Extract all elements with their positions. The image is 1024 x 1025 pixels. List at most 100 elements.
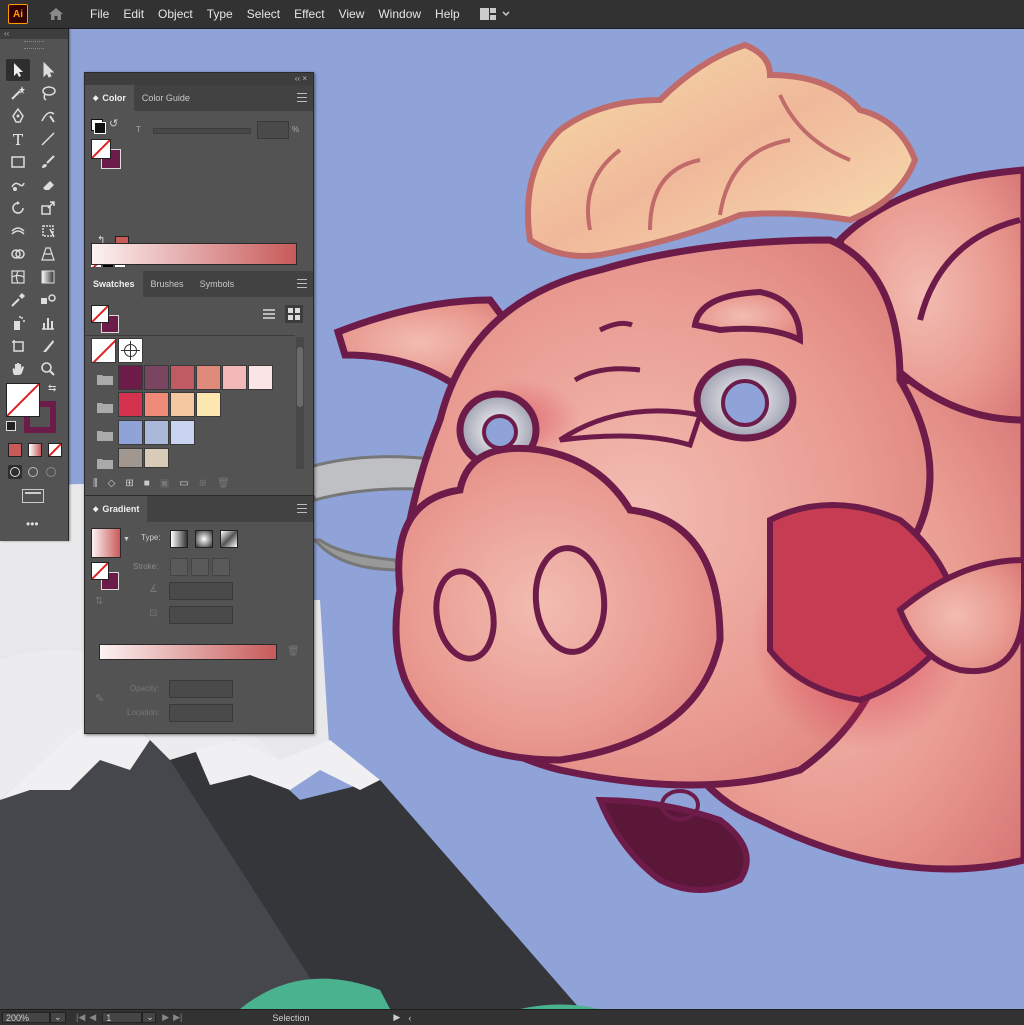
mesh-tool-icon[interactable]: [6, 266, 30, 288]
grid-view-icon[interactable]: [285, 305, 303, 323]
tab-symbols[interactable]: Symbols: [192, 271, 243, 297]
swap-icon[interactable]: ↺: [109, 117, 118, 130]
color-group-folder-icon[interactable]: [97, 372, 113, 385]
workspace-switcher[interactable]: [479, 8, 510, 20]
delete-stop-icon[interactable]: 🗑: [287, 646, 300, 657]
eyedropper-icon[interactable]: ✎: [95, 692, 104, 705]
none-mode-icon[interactable]: [48, 443, 62, 457]
color-group-folder-icon[interactable]: [97, 400, 113, 413]
color-mode-icon[interactable]: [8, 443, 22, 457]
menu-type[interactable]: Type: [207, 7, 233, 21]
new-color-group-icon[interactable]: ▣: [160, 478, 169, 489]
swatch[interactable]: [118, 392, 143, 417]
stroke-along-button[interactable]: [191, 558, 209, 576]
free-transform-tool-icon[interactable]: [36, 220, 60, 242]
swatch[interactable]: [196, 392, 221, 417]
swatch-none[interactable]: [91, 338, 116, 363]
stroke-across-button[interactable]: [212, 558, 230, 576]
tab-color-guide[interactable]: Color Guide: [134, 85, 198, 111]
tab-swatches[interactable]: Swatches: [85, 271, 143, 297]
swatch[interactable]: [118, 420, 143, 445]
gradient-mode-icon[interactable]: [28, 443, 42, 457]
color-group-folder-icon[interactable]: [97, 428, 113, 441]
list-view-icon[interactable]: [261, 307, 277, 321]
artboard-dropdown[interactable]: ⌄: [142, 1012, 157, 1023]
scroll-left-icon[interactable]: ‹: [408, 1013, 411, 1023]
swatch[interactable]: [144, 420, 169, 445]
draw-inside-icon[interactable]: [44, 465, 58, 479]
curvature-tool-icon[interactable]: [36, 105, 60, 127]
paintbrush-tool-icon[interactable]: [36, 151, 60, 173]
direct-selection-tool-icon[interactable]: [36, 59, 60, 81]
opacity-field[interactable]: [169, 680, 233, 698]
swatch[interactable]: [118, 365, 143, 390]
tint-slider[interactable]: [153, 128, 251, 134]
radial-gradient-button[interactable]: [195, 530, 213, 548]
swatch-libraries-icon[interactable]: ⫼: [93, 478, 98, 489]
menu-select[interactable]: Select: [247, 7, 280, 21]
swatch[interactable]: [118, 448, 143, 468]
tab-gradient[interactable]: ◆ Gradient: [85, 496, 148, 522]
swatch[interactable]: [196, 365, 221, 390]
first-artboard-icon[interactable]: |◀: [76, 1012, 85, 1023]
angle-field[interactable]: [169, 582, 233, 600]
swatches-fill-stroke[interactable]: [91, 305, 119, 333]
reverse-gradient-icon[interactable]: ⇅: [95, 596, 103, 607]
menu-object[interactable]: Object: [158, 7, 193, 21]
blend-tool-icon[interactable]: [36, 289, 60, 311]
swatch[interactable]: [248, 365, 273, 390]
magic-wand-tool-icon[interactable]: [6, 82, 30, 104]
zoom-tool-icon[interactable]: [36, 358, 60, 380]
menu-effect[interactable]: Effect: [294, 7, 324, 21]
panel-menu-icon[interactable]: [297, 93, 307, 105]
zoom-field[interactable]: 200%: [2, 1012, 50, 1023]
place-swatch-icon[interactable]: ◇: [108, 478, 116, 489]
swatch[interactable]: [144, 448, 169, 468]
type-tool-icon[interactable]: T: [6, 128, 30, 150]
artboard-number-field[interactable]: 1: [102, 1012, 143, 1023]
column-graph-tool-icon[interactable]: [36, 312, 60, 334]
swatch[interactable]: [144, 392, 169, 417]
draw-behind-icon[interactable]: [26, 465, 40, 479]
home-icon[interactable]: [46, 4, 66, 24]
stroke-within-button[interactable]: [170, 558, 188, 576]
eyedropper-tool-icon[interactable]: [6, 289, 30, 311]
tint-value-field[interactable]: [257, 121, 289, 139]
folder-icon[interactable]: ▭: [179, 478, 188, 489]
location-field[interactable]: [169, 704, 233, 722]
swatch[interactable]: [170, 392, 195, 417]
fill-swatch[interactable]: [6, 383, 40, 417]
delete-swatch-icon[interactable]: 🗑: [217, 478, 230, 489]
scale-tool-icon[interactable]: [36, 197, 60, 219]
aspect-ratio-field[interactable]: [169, 606, 233, 624]
freeform-gradient-button[interactable]: [220, 530, 238, 548]
color-group-folder-icon[interactable]: [97, 456, 113, 469]
fill-stroke-indicator[interactable]: [91, 139, 121, 169]
swatch-options-icon[interactable]: ■: [144, 478, 150, 489]
eraser-tool-icon[interactable]: [36, 174, 60, 196]
color-spectrum-bar[interactable]: [91, 243, 297, 265]
gradient-slider[interactable]: [99, 644, 277, 660]
chevron-down-icon[interactable]: ▼: [123, 536, 130, 543]
default-fill-stroke-icon[interactable]: [6, 421, 16, 431]
app-logo[interactable]: Ai: [8, 4, 28, 24]
tab-brushes[interactable]: Brushes: [143, 271, 192, 297]
new-swatch-icon[interactable]: ⊕: [199, 478, 207, 489]
swatch[interactable]: [170, 365, 195, 390]
edit-toolbar-icon[interactable]: •••: [26, 517, 39, 531]
hand-tool-icon[interactable]: [6, 358, 30, 380]
menu-edit[interactable]: Edit: [123, 7, 144, 21]
swatch-registration[interactable]: [118, 338, 143, 363]
lasso-tool-icon[interactable]: [36, 82, 60, 104]
panel-menu-icon[interactable]: [297, 504, 307, 516]
rotate-tool-icon[interactable]: [6, 197, 30, 219]
rectangle-tool-icon[interactable]: [6, 151, 30, 173]
pen-tool-icon[interactable]: [6, 105, 30, 127]
panel-menu-icon[interactable]: [297, 279, 307, 291]
show-kinds-icon[interactable]: ⊞: [125, 478, 133, 489]
gradient-fill-stroke[interactable]: [91, 562, 119, 590]
gradient-preview-swatch[interactable]: [91, 528, 121, 558]
collapse-toolbar-icon[interactable]: ‹‹: [0, 29, 68, 39]
gradient-tool-icon[interactable]: [36, 266, 60, 288]
screen-mode-icon[interactable]: [22, 489, 44, 503]
